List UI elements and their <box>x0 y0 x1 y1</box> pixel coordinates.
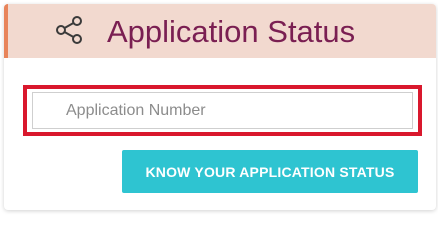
card-header: Application Status <box>4 4 436 58</box>
share-icon[interactable] <box>52 13 86 47</box>
application-number-input[interactable] <box>32 92 413 129</box>
header-accent-bar <box>4 4 8 58</box>
page-title: Application Status <box>107 14 356 49</box>
application-number-highlight <box>23 85 422 136</box>
application-status-card: Application Status KNOW YOUR APPLICATION… <box>4 4 436 210</box>
know-application-status-button[interactable]: KNOW YOUR APPLICATION STATUS <box>122 150 418 193</box>
